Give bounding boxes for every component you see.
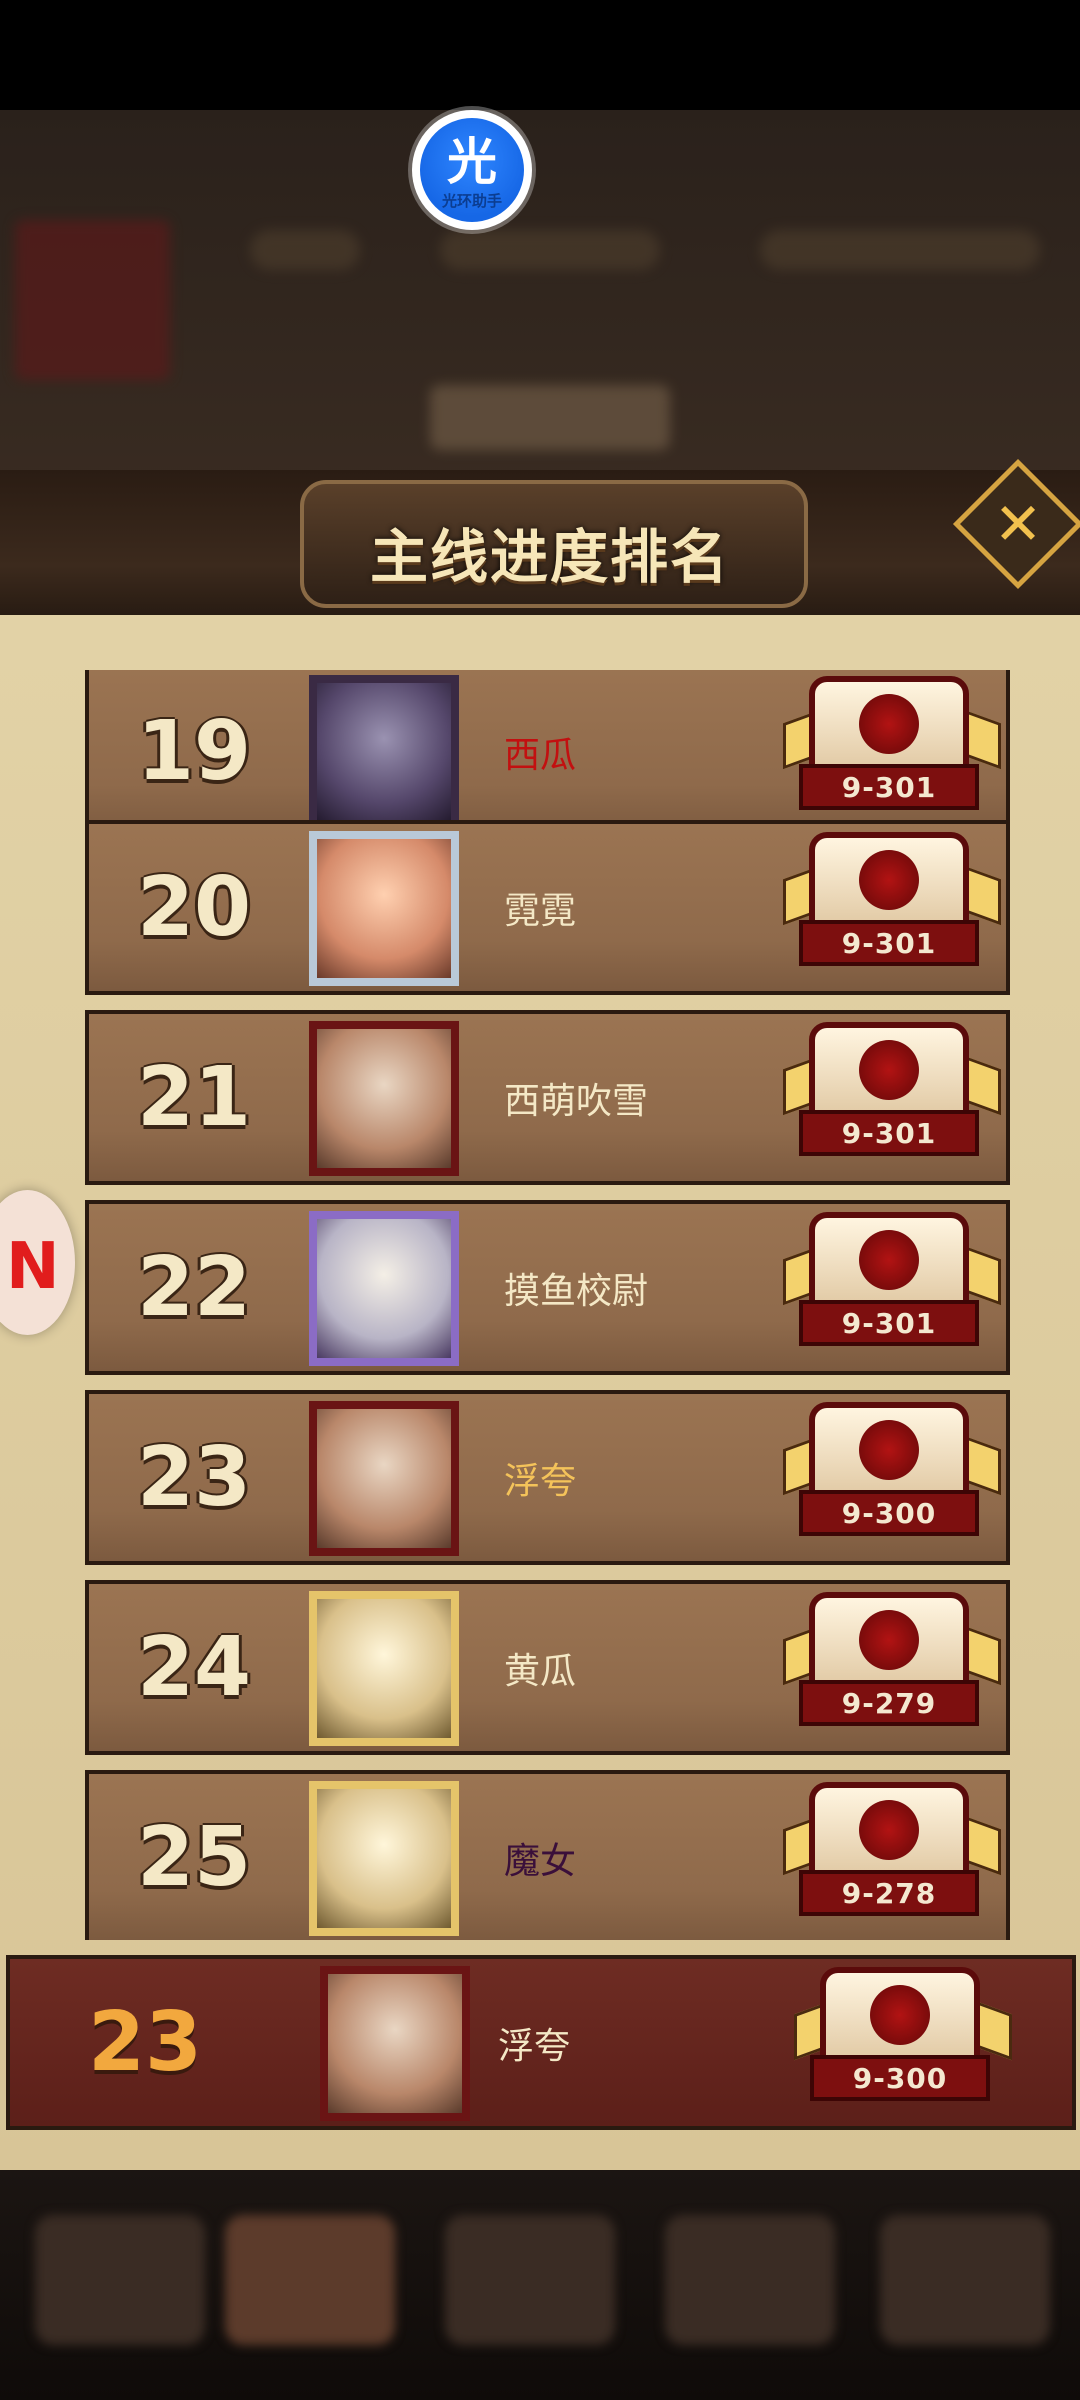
stage-badge: 9-279 (783, 1592, 1001, 1742)
avatar-frame (309, 1590, 459, 1746)
player-avatar[interactable] (299, 1388, 469, 1568)
rank-number: 22 (136, 1240, 252, 1335)
rank-number: 19 (136, 704, 252, 799)
avatar-frame (309, 1780, 459, 1936)
stage-label: 9-278 (799, 1870, 979, 1916)
my-avatar[interactable] (310, 1953, 480, 2133)
halo-badge-label: 光环助手 (441, 192, 502, 210)
status-bar-black (0, 0, 1080, 110)
blurred-resource-3 (760, 230, 1040, 270)
player-avatar[interactable] (299, 818, 469, 998)
avatar-frame (309, 830, 459, 986)
close-icon[interactable]: ✕ (972, 478, 1064, 570)
blurred-title-plate (430, 385, 670, 450)
nav-tab-1 (35, 2215, 205, 2345)
emblem-icon (859, 1230, 919, 1290)
rank-number: 25 (136, 1810, 252, 1905)
blurred-resource-2 (440, 230, 660, 270)
player-avatar[interactable] (299, 1008, 469, 1188)
nav-tab-5 (880, 2215, 1050, 2345)
leaderboard-row-21[interactable]: 21 西萌吹雪 9-301 (85, 1010, 1010, 1185)
stage-label: 9-301 (799, 1110, 979, 1156)
player-name: 霓霓 (504, 890, 577, 932)
leaderboard-row-20[interactable]: 20 霓霓 9-301 (85, 820, 1010, 995)
player-name: 西瓜 (504, 734, 577, 776)
player-avatar[interactable] (299, 1578, 469, 1758)
player-avatar[interactable] (299, 1198, 469, 1378)
avatar-frame (309, 1210, 459, 1366)
halo-badge-glyph: 光 (447, 133, 497, 191)
nav-tab-4 (665, 2215, 835, 2345)
leaderboard-row-25[interactable]: 25 魔女 9-278 (85, 1770, 1010, 1940)
leaderboard-list[interactable]: 19 西瓜 9-301 20 霓霓 9-301 21 西萌吹雪 9-301 22… (85, 670, 1010, 1940)
bottom-nav-blurred (0, 2215, 1080, 2355)
page-title: 主线进度排名 (369, 523, 730, 591)
emblem-icon (859, 1040, 919, 1100)
stage-badge: 9-300 (783, 1402, 1001, 1552)
emblem-icon (859, 694, 919, 754)
stage-label: 9-300 (799, 1490, 979, 1536)
stage-badge: 9-301 (783, 676, 1001, 826)
avatar-frame (309, 1020, 459, 1176)
leaderboard-row-19[interactable]: 19 西瓜 9-301 (85, 670, 1010, 839)
emblem-icon (859, 850, 919, 910)
blurred-resource-1 (250, 230, 360, 270)
player-avatar[interactable] (299, 670, 469, 842)
my-stage-label: 9-300 (810, 2055, 990, 2101)
leaderboard-row-24[interactable]: 24 黄瓜 9-279 (85, 1580, 1010, 1755)
player-avatar[interactable] (299, 1768, 469, 1940)
avatar-frame (320, 1965, 470, 2121)
avatar-frame (309, 674, 459, 830)
rank-number: 24 (136, 1620, 252, 1715)
player-name: 摸鱼校尉 (504, 1270, 649, 1312)
leaderboard-row-23[interactable]: 23 浮夸 9-300 (85, 1390, 1010, 1565)
my-rank-number: 23 (87, 1995, 203, 2090)
stage-label: 9-279 (799, 1680, 979, 1726)
rank-number: 23 (136, 1430, 252, 1525)
leaderboard-row-22[interactable]: 22 摸鱼校尉 9-301 (85, 1200, 1010, 1375)
player-name: 黄瓜 (504, 1650, 577, 1692)
player-name: 西萌吹雪 (504, 1080, 649, 1122)
player-name: 魔女 (504, 1840, 577, 1882)
halo-assistant-badge[interactable]: 光 光环助手 (412, 110, 532, 230)
stage-badge: 9-301 (783, 1212, 1001, 1362)
stage-badge: 9-278 (783, 1782, 1001, 1932)
rank-number: 21 (136, 1050, 252, 1145)
avatar-frame (309, 1400, 459, 1556)
emblem-icon (859, 1610, 919, 1670)
bubble-mark-icon: N (6, 1230, 60, 1304)
blurred-player-portrait (15, 220, 170, 380)
nav-tab-3 (445, 2215, 615, 2345)
emblem-icon (859, 1420, 919, 1480)
stage-label: 9-301 (799, 764, 979, 810)
stage-label: 9-301 (799, 920, 979, 966)
stage-badge: 9-301 (783, 832, 1001, 982)
nav-tab-2 (225, 2215, 395, 2345)
blurred-hud (0, 200, 1080, 500)
rank-number: 20 (136, 860, 252, 955)
emblem-icon (859, 1800, 919, 1860)
emblem-icon (870, 1985, 930, 2045)
player-name: 浮夸 (504, 1460, 577, 1502)
my-stage-badge: 9-300 (794, 1967, 1012, 2117)
my-rank-row[interactable]: 23 浮夸 9-300 (6, 1955, 1076, 2130)
my-player-name: 浮夸 (498, 2025, 571, 2067)
stage-badge: 9-301 (783, 1022, 1001, 1172)
stage-label: 9-301 (799, 1300, 979, 1346)
